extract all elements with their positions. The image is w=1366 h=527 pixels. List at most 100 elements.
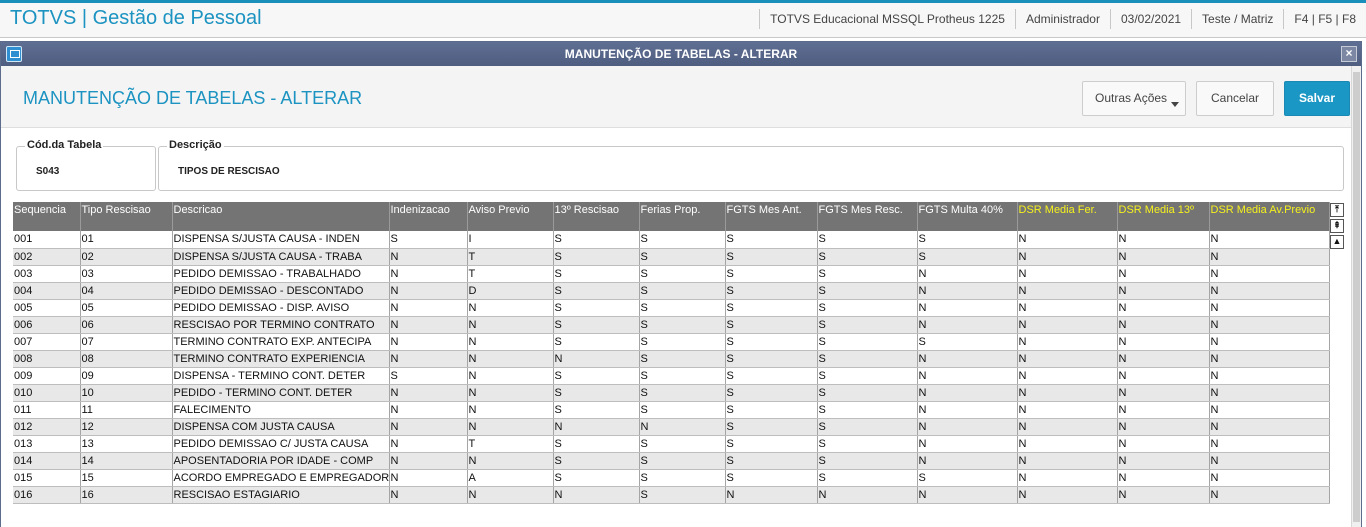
table-cell[interactable]: S	[725, 299, 818, 317]
table-cell[interactable]: N	[1209, 418, 1330, 436]
table-row[interactable]: 008 08 TERMINO CONTRATO EXPERIENCIA N N N S S S N…	[13, 350, 1330, 368]
dialog-scrollbar[interactable]	[1351, 66, 1361, 527]
table-cell[interactable]: 11	[80, 401, 173, 419]
table-cell[interactable]: 011	[13, 401, 81, 419]
table-cell[interactable]: N	[1017, 435, 1118, 453]
table-cell[interactable]: S	[725, 401, 818, 419]
table-cell[interactable]: S	[639, 333, 726, 351]
table-row[interactable]: 011 11 FALECIMENTO N N S S S S N N N N	[13, 401, 1330, 419]
table-cell[interactable]: N	[1209, 316, 1330, 334]
table-cell[interactable]: T	[467, 248, 554, 266]
table-cell[interactable]: S	[639, 401, 726, 419]
table-cell[interactable]: N	[917, 367, 1018, 385]
table-cell[interactable]: N	[553, 350, 640, 368]
table-cell[interactable]: S	[817, 367, 918, 385]
table-cell[interactable]: S	[553, 401, 640, 419]
cancel-button[interactable]: Cancelar	[1196, 81, 1274, 116]
scrollbar-thumb[interactable]	[1353, 72, 1360, 522]
table-cell[interactable]: S	[725, 367, 818, 385]
table-cell[interactable]: S	[553, 265, 640, 283]
table-cell[interactable]: N	[1017, 486, 1118, 504]
table-cell[interactable]: N	[1209, 452, 1330, 470]
scroll-page-up-icon[interactable]: ⇞	[1330, 219, 1344, 233]
table-cell[interactable]: N	[389, 333, 468, 351]
table-cell[interactable]: N	[917, 350, 1018, 368]
table-cell[interactable]: N	[389, 452, 468, 470]
table-cell[interactable]: S	[553, 282, 640, 300]
table-cell[interactable]: 010	[13, 384, 81, 402]
table-cell[interactable]: N	[467, 316, 554, 334]
table-cell[interactable]: N	[917, 435, 1018, 453]
table-cell[interactable]: 01	[80, 231, 173, 249]
table-cell[interactable]: N	[467, 401, 554, 419]
table-cell[interactable]: S	[639, 452, 726, 470]
table-cell[interactable]: N	[1117, 282, 1210, 300]
table-cell[interactable]: N	[467, 384, 554, 402]
table-cell[interactable]: N	[389, 350, 468, 368]
table-cell[interactable]: 07	[80, 333, 173, 351]
table-cell[interactable]: 02	[80, 248, 173, 266]
table-cell[interactable]: S	[725, 282, 818, 300]
table-cell[interactable]: S	[817, 452, 918, 470]
table-cell[interactable]: PEDIDO DEMISSAO - DESCONTADO	[172, 282, 390, 300]
save-button[interactable]: Salvar	[1284, 81, 1350, 116]
table-cell[interactable]: S	[725, 435, 818, 453]
table-row[interactable]: 009 09 DISPENSA - TERMINO CONT. DETER S N S S S…	[13, 367, 1330, 385]
table-cell[interactable]: S	[639, 248, 726, 266]
table-cell[interactable]: S	[725, 418, 818, 436]
table-cell[interactable]: T	[467, 435, 554, 453]
table-cell[interactable]: S	[817, 299, 918, 317]
table-cell[interactable]: S	[725, 248, 818, 266]
table-cell[interactable]: 14	[80, 452, 173, 470]
table-cell[interactable]: S	[817, 265, 918, 283]
column-header[interactable]: DSR Media 13º	[1117, 202, 1210, 231]
table-cell[interactable]: S	[639, 265, 726, 283]
table-cell[interactable]: S	[817, 435, 918, 453]
user-label[interactable]: Administrador	[1014, 9, 1110, 29]
table-cell[interactable]: S	[553, 367, 640, 385]
table-row[interactable]: 010 10 PEDIDO - TERMINO CONT. DETER N N S S S S N…	[13, 384, 1330, 402]
table-cell[interactable]: S	[817, 282, 918, 300]
table-cell[interactable]: PEDIDO DEMISSAO C/ JUSTA CAUSA	[172, 435, 390, 453]
table-cell[interactable]: N	[553, 418, 640, 436]
table-cell[interactable]: S	[917, 231, 1018, 249]
table-cell[interactable]: N	[1209, 435, 1330, 453]
table-cell[interactable]: 001	[13, 231, 81, 249]
table-cell[interactable]: S	[389, 367, 468, 385]
table-cell[interactable]: S	[817, 350, 918, 368]
table-cell[interactable]: S	[917, 248, 1018, 266]
table-cell[interactable]: S	[817, 401, 918, 419]
table-cell[interactable]: 06	[80, 316, 173, 334]
table-cell[interactable]: S	[817, 384, 918, 402]
column-header[interactable]: Sequencia	[13, 202, 81, 231]
table-cell[interactable]: PEDIDO DEMISSAO - TRABALHADO	[172, 265, 390, 283]
shortcuts-label[interactable]: F4 | F5 | F8	[1283, 9, 1366, 29]
table-cell[interactable]: 08	[80, 350, 173, 368]
table-cell[interactable]: N	[467, 452, 554, 470]
table-cell[interactable]: N	[1117, 350, 1210, 368]
table-cell[interactable]: N	[389, 282, 468, 300]
table-cell[interactable]: S	[553, 299, 640, 317]
table-cell[interactable]: N	[1017, 282, 1118, 300]
table-cell[interactable]: N	[1017, 333, 1118, 351]
table-cell[interactable]: S	[725, 452, 818, 470]
table-cell[interactable]: S	[389, 231, 468, 249]
table-cell[interactable]: S	[639, 469, 726, 487]
table-cell[interactable]: N	[467, 486, 554, 504]
table-cell[interactable]: S	[553, 316, 640, 334]
table-cell[interactable]: N	[389, 486, 468, 504]
column-header[interactable]: FGTS Multa 40%	[917, 202, 1018, 231]
table-cell[interactable]: N	[1017, 367, 1118, 385]
table-cell[interactable]: N	[1209, 282, 1330, 300]
table-cell[interactable]: S	[639, 435, 726, 453]
table-cell[interactable]: N	[1209, 401, 1330, 419]
table-cell[interactable]: N	[1117, 486, 1210, 504]
table-cell[interactable]: N	[817, 486, 918, 504]
table-cell[interactable]: N	[389, 299, 468, 317]
table-cell[interactable]: 13	[80, 435, 173, 453]
table-cell[interactable]: S	[917, 469, 1018, 487]
table-cell[interactable]: S	[917, 333, 1018, 351]
table-cell[interactable]: S	[553, 452, 640, 470]
table-cell[interactable]: N	[1117, 231, 1210, 249]
table-cell[interactable]: DISPENSA S/JUSTA CAUSA - TRABA	[172, 248, 390, 266]
